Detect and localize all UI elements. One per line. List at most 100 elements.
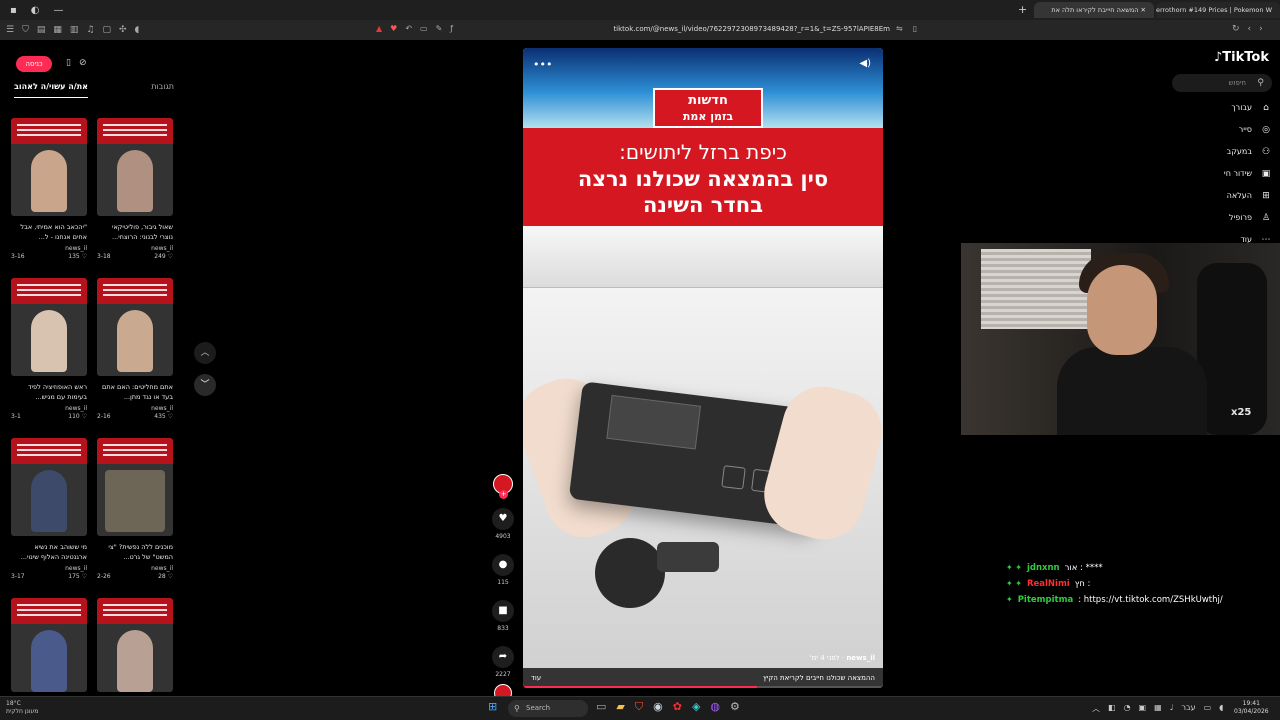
translate-icon[interactable]: ƒ — [450, 24, 453, 33]
video-card[interactable]: "יהכאב הוא אמיתי, אבל אחים אנחנו - ל... … — [11, 118, 87, 260]
comment-icon[interactable]: ● — [492, 554, 514, 576]
nav-item-explore[interactable]: סייר ◎ — [1180, 125, 1272, 135]
caption-more[interactable]: עוד — [531, 668, 541, 688]
creator-avatar[interactable]: + — [493, 474, 513, 499]
tray-app-icon[interactable]: ▣ — [1139, 703, 1147, 714]
window-icon[interactable]: ▢ — [102, 25, 111, 35]
video-thumbnail[interactable] — [11, 118, 87, 216]
card-user[interactable]: news_il — [11, 405, 87, 412]
video-card[interactable]: מוכנים ללה נפשית? "צי המשט" של גרט... ne… — [97, 438, 173, 580]
video-player[interactable]: חדשות בזמן אמת כיפת ברזל ליתושים: סין בה… — [523, 48, 883, 688]
address-bar[interactable]: tiktok.com/@news_il/video/76229723089734… — [560, 25, 890, 33]
edge-icon[interactable]: ◈ — [692, 700, 700, 714]
bookmark-page-icon[interactable]: ▯ — [913, 24, 917, 33]
panel-icon[interactable]: ▥ — [70, 25, 79, 35]
pen-icon[interactable]: ✎ — [436, 24, 443, 33]
card-date: 2-16 — [97, 413, 111, 420]
forward-arrow-icon[interactable]: › — [1259, 24, 1263, 34]
heart-icon[interactable]: ♥ — [492, 508, 514, 530]
volume-icon[interactable]: ◖ — [1219, 703, 1223, 714]
system-clock[interactable]: 19:41 03/04/2026 — [1234, 700, 1269, 716]
widgets-icon[interactable]: ▭ — [596, 700, 606, 714]
tray-chevron-icon[interactable]: ︿ — [1092, 703, 1100, 714]
more-options-icon[interactable]: ••• — [533, 58, 552, 71]
video-thumbnail[interactable] — [97, 438, 173, 536]
back-icon[interactable]: ↶ — [405, 24, 412, 33]
weather-widget[interactable]: 18°C מעונן חלקית — [6, 700, 38, 716]
login-button[interactable]: כניסה — [16, 56, 52, 72]
video-thumbnail[interactable] — [97, 278, 173, 376]
nav-item-for-you[interactable]: עבורך ⌂ — [1180, 103, 1272, 113]
video-card[interactable] — [11, 598, 87, 692]
brave-icon[interactable]: ♥ — [390, 24, 397, 33]
card-user[interactable]: news_il — [97, 565, 173, 572]
screenshot-icon[interactable]: ▭ — [420, 24, 428, 33]
tabs-icon[interactable]: ▤ — [37, 25, 46, 35]
card-user[interactable]: news_il — [97, 405, 173, 412]
tiktok-logo[interactable]: ♪TikTok — [1214, 50, 1269, 65]
tab-active[interactable]: ✕ המשאה חיייבת לקיראו תלה את — [1034, 2, 1154, 18]
compass-icon[interactable]: ⊘ — [79, 58, 87, 68]
device-icon[interactable]: ▯ — [66, 58, 71, 68]
tab-comments[interactable]: תגובות — [151, 82, 174, 98]
brave-browser-icon[interactable]: ⛉ — [635, 700, 643, 714]
menu-icon[interactable]: ▪ — [10, 5, 17, 16]
app-icon[interactable]: ✿ — [673, 700, 682, 714]
windows-start-icon[interactable]: ⊞ — [488, 700, 497, 713]
taskbar-search[interactable]: ⚲ Search — [508, 700, 588, 717]
tab-other[interactable]: Ferrothorn #149 Prices | Pokemon W — [1156, 2, 1280, 18]
steam-icon[interactable]: ◉ — [653, 700, 663, 714]
tray-app-icon[interactable]: ▦ — [1154, 703, 1162, 714]
video-thumbnail[interactable] — [11, 438, 87, 536]
follow-icon[interactable]: + — [499, 490, 508, 499]
close-icon[interactable]: ✕ — [1138, 6, 1146, 14]
tray-app-icon[interactable]: ◔ — [1124, 703, 1131, 714]
new-tab-button[interactable]: + — [1018, 3, 1027, 16]
video-thumbnail[interactable] — [97, 118, 173, 216]
mic-icon[interactable]: ♩ — [1170, 703, 1174, 714]
search-input[interactable]: חיפוש ⚲ — [1172, 74, 1272, 92]
minimize-icon[interactable]: — — [54, 5, 64, 16]
nav-item-upload[interactable]: העלאה ⊞ — [1180, 191, 1272, 201]
shield-icon[interactable]: ⛉ — [22, 25, 29, 35]
sidebar-menu-icon[interactable]: ☰ — [6, 25, 14, 35]
settings-icon[interactable]: ◐ — [31, 5, 40, 16]
extension-icon[interactable]: ✣ — [119, 25, 127, 35]
previous-video-button[interactable]: ︿ — [194, 342, 216, 364]
video-card[interactable]: ראש האופוזיציה לפיד בעימות עם מגיש... ne… — [11, 278, 87, 420]
video-card[interactable]: שאול גיבור, פוליטיקאי נוצרי לבנוני: הרוצ… — [97, 118, 173, 260]
video-thumbnail[interactable] — [11, 278, 87, 376]
nav-item-following[interactable]: במעקב ⚇ — [1180, 147, 1272, 157]
video-progress-bar[interactable] — [523, 686, 883, 688]
grid-icon[interactable]: ▦ — [53, 25, 62, 35]
reload-icon[interactable]: ↻ — [1232, 24, 1240, 34]
bookmark-icon[interactable]: ■ — [492, 600, 514, 622]
speaker-icon[interactable]: ◖ — [135, 25, 140, 35]
video-thumbnail[interactable] — [97, 598, 173, 692]
back-arrow-icon[interactable]: ‹ — [1248, 24, 1252, 34]
volume-icon[interactable]: ◀) — [859, 58, 871, 69]
language-indicator[interactable]: עבר — [1181, 703, 1195, 714]
nav-item-live[interactable]: שידור חי ▣ — [1180, 169, 1272, 179]
nav-item-profile[interactable]: פרופיל ♙ — [1180, 213, 1272, 223]
messenger-icon[interactable]: ◍ — [710, 700, 720, 714]
folder-icon[interactable]: ▰ — [616, 700, 624, 714]
video-card[interactable]: אתם מחליטים: האם אתם בעד או נגד מתן... n… — [97, 278, 173, 420]
search-icon[interactable]: ⚲ — [1257, 74, 1264, 92]
tray-app-icon[interactable]: ◧ — [1108, 703, 1116, 714]
next-video-button[interactable]: ﹀ — [194, 374, 216, 396]
card-user[interactable]: news_il — [97, 245, 173, 252]
network-icon[interactable]: ▭ — [1204, 703, 1212, 714]
tune-icon[interactable]: ⇋ — [896, 24, 903, 33]
video-card[interactable]: מי ששוהב את נשיא ארגנטינה האלוף שינוי...… — [11, 438, 87, 580]
card-user[interactable]: news_il — [11, 565, 87, 572]
music-icon[interactable]: ♫ — [86, 25, 94, 35]
tab-you-may-like[interactable]: את/ה עשוי/ה לאהוב — [14, 82, 88, 98]
settings-gear-icon[interactable]: ⚙ — [730, 700, 740, 714]
video-card[interactable] — [97, 598, 173, 692]
card-user[interactable]: news_il — [11, 245, 87, 252]
video-thumbnail[interactable] — [11, 598, 87, 692]
caption-user[interactable]: news_il — [846, 654, 875, 662]
warning-icon[interactable]: ▲ — [376, 24, 382, 33]
share-icon[interactable]: ➦ — [492, 646, 514, 668]
